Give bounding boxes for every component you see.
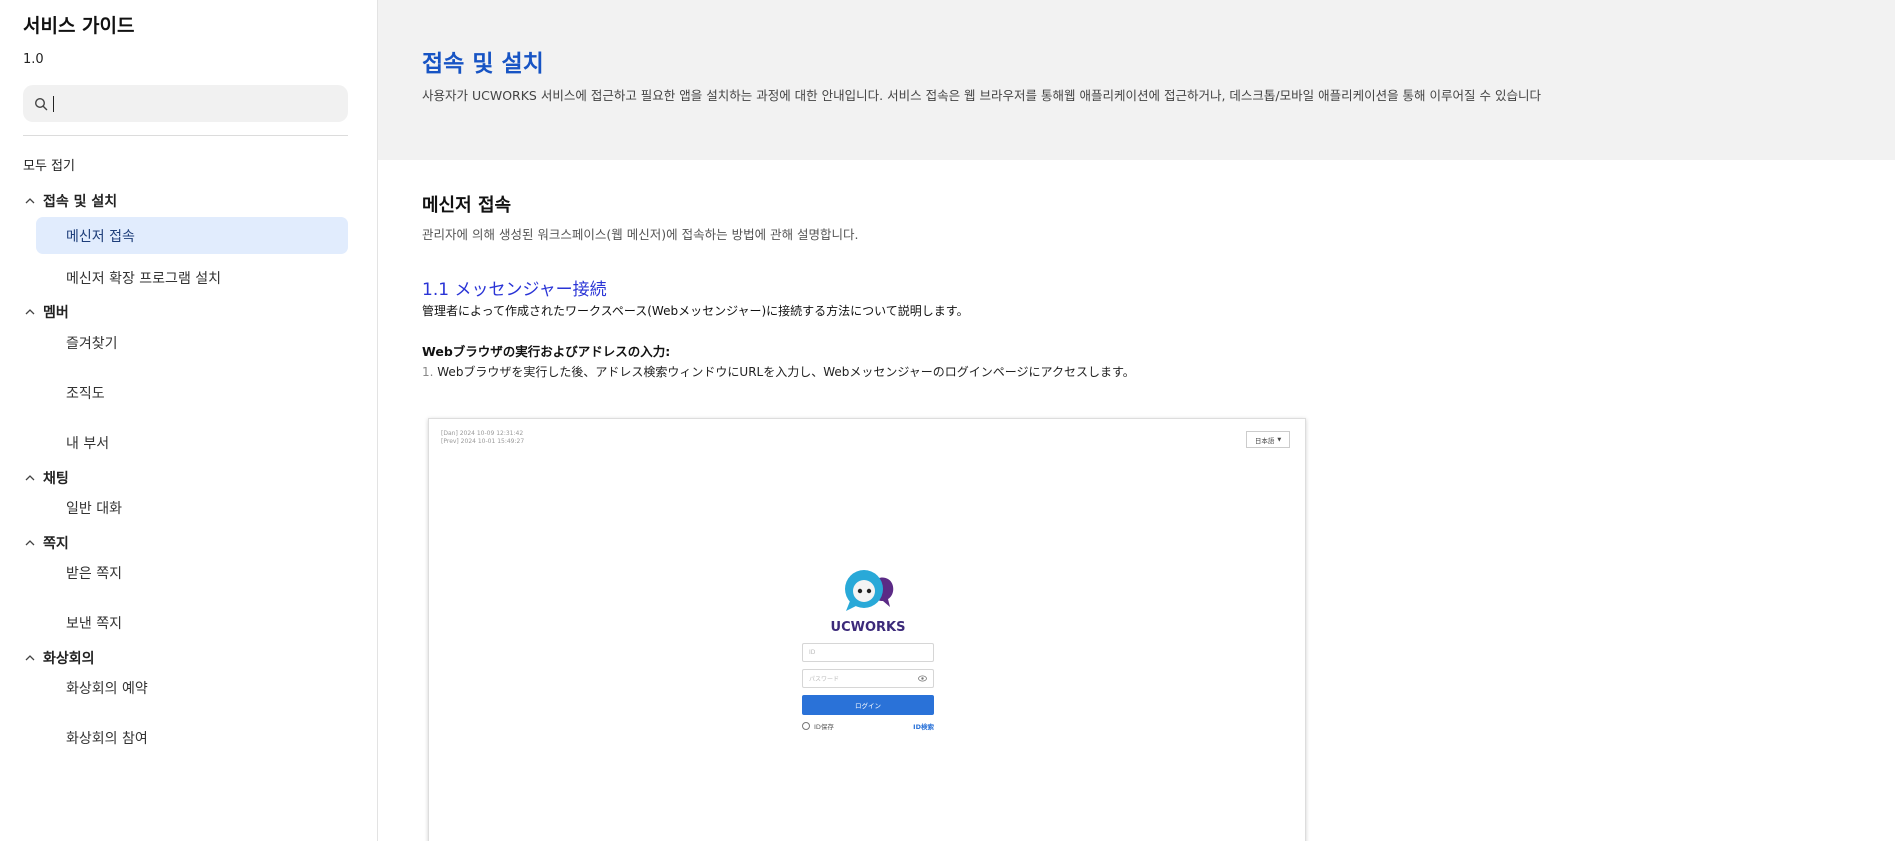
page-description: 사용자가 UCWORKS 서비스에 접근하고 필요한 앱을 설치하는 과정에 대…	[422, 88, 1541, 103]
sidebar-item-label: 보낸 쪽지	[66, 615, 122, 632]
chevron-up-icon	[25, 475, 35, 481]
chevron-up-icon	[25, 540, 35, 546]
nav-group-notes[interactable]: 쪽지	[23, 532, 354, 554]
main-content: 접속 및 설치 사용자가 UCWORKS 서비스에 접근하고 필요한 앱을 설치…	[378, 0, 1895, 841]
logo-text: UCWORKS	[830, 620, 906, 635]
remember-id-option[interactable]: ID保存	[802, 721, 834, 731]
sidebar-item-conference-join[interactable]: 화상회의 참여	[36, 719, 348, 756]
sidebar-item-extension-install[interactable]: 메신저 확장 프로그램 설치	[36, 259, 348, 296]
sidebar-item-label: 내 부서	[66, 435, 110, 452]
section-title: 메신저 접속	[422, 195, 512, 216]
sidebar-divider	[23, 135, 348, 136]
sidebar-item-label: 일반 대화	[66, 500, 122, 517]
page-title: 접속 및 설치	[422, 51, 544, 77]
page-header: 접속 및 설치 사용자가 UCWORKS 서비스에 접근하고 필요한 앱을 설치…	[378, 0, 1895, 160]
nav-group-label: 화상회의	[43, 651, 95, 667]
login-screenshot-figure: [Dan] 2024 10-09 12:31:42 [Prev] 2024 10…	[428, 418, 1306, 841]
login-card: UCWORKS ID パスワード ログイン ID保存 ID検索	[802, 567, 934, 731]
nav-group-label: 멤버	[43, 305, 69, 321]
nav-group-label: 채팅	[43, 471, 69, 487]
subsection-description: 管理者によって作成されたワークスペース(Webメッセンジャー)に接続する方法につ…	[422, 304, 969, 318]
nav-group-video-conference[interactable]: 화상회의	[23, 647, 354, 669]
language-value: 日本語	[1254, 436, 1275, 445]
caret-down-icon: ▼	[1277, 436, 1282, 443]
sidebar-item-org-chart[interactable]: 조직도	[36, 374, 348, 411]
remember-id-label: ID保存	[814, 723, 834, 731]
login-footer: ID保存 ID検索	[802, 721, 934, 731]
sidebar: 서비스 가이드 1.0 모두 접기 접속 및 설치 메신저 접속 메신저 확장 …	[0, 0, 378, 841]
search-icon	[34, 97, 48, 110]
step-description: 1. Webブラウザを実行した後、アドレス検索ウィンドウにURLを入力し、Web…	[422, 364, 1895, 380]
sidebar-item-label: 화상회의 예약	[66, 680, 148, 697]
sidebar-nav: 접속 및 설치 메신저 접속 메신저 확장 프로그램 설치 멤버 즐겨찾기 조직…	[23, 190, 354, 756]
nav-group-access-install[interactable]: 접속 및 설치	[23, 190, 354, 212]
search-input[interactable]	[60, 95, 340, 112]
search-box[interactable]	[23, 85, 348, 122]
sidebar-item-sent-notes[interactable]: 보낸 쪽지	[36, 604, 348, 641]
eye-icon[interactable]	[918, 675, 927, 682]
ucworks-logo-icon	[838, 567, 898, 619]
password-field[interactable]: パスワード	[802, 669, 934, 688]
step-title: Webブラウザの実行およびアドレスの入力:	[422, 344, 671, 359]
nav-group-label: 접속 및 설치	[43, 194, 118, 210]
sidebar-item-general-chat[interactable]: 일반 대화	[36, 489, 348, 526]
guide-version: 1.0	[23, 52, 44, 67]
app-root: 서비스 가이드 1.0 모두 접기 접속 및 설치 메신저 접속 메신저 확장 …	[0, 0, 1895, 841]
section-description: 관리자에 의해 생성된 워크스페이스(웹 메신저)에 접속하는 방법에 관해 설…	[422, 227, 859, 242]
step-number: 1.	[422, 365, 434, 379]
sidebar-item-label: 조직도	[66, 385, 105, 402]
sidebar-item-label: 메신저 확장 프로그램 설치	[66, 270, 222, 287]
id-placeholder: ID	[809, 649, 816, 656]
nav-group-members[interactable]: 멤버	[23, 301, 354, 323]
radio-icon[interactable]	[802, 722, 810, 730]
nav-group-chat[interactable]: 채팅	[23, 467, 354, 489]
chevron-up-icon	[25, 655, 35, 661]
step-text: Webブラウザを実行した後、アドレス検索ウィンドウにURLを入力し、Webメッセ…	[433, 365, 1135, 379]
sidebar-item-favorites[interactable]: 즐겨찾기	[36, 324, 348, 361]
sidebar-item-label: 받은 쪽지	[66, 565, 122, 582]
sidebar-item-my-department[interactable]: 내 부서	[36, 424, 348, 461]
sidebar-item-label: 즐겨찾기	[66, 335, 118, 352]
collapse-all-button[interactable]: 모두 접기	[23, 159, 354, 175]
guide-title: 서비스 가이드	[23, 15, 135, 37]
figure-meta-line: [Dan] 2024 10-09 12:31:42	[441, 430, 524, 437]
password-placeholder: パスワード	[809, 676, 840, 683]
language-select[interactable]: 日本語 ▼	[1246, 431, 1290, 448]
sidebar-item-label: 메신저 접속	[66, 228, 135, 245]
text-cursor	[53, 95, 54, 112]
login-button[interactable]: ログイン	[802, 695, 934, 715]
figure-meta-line: [Prev] 2024 10-01 15:49:27	[441, 438, 525, 445]
nav-group-label: 쪽지	[43, 536, 69, 552]
sidebar-item-label: 화상회의 참여	[66, 730, 148, 747]
id-field[interactable]: ID	[802, 643, 934, 662]
chevron-up-icon	[25, 198, 35, 204]
figure-meta: [Dan] 2024 10-09 12:31:42 [Prev] 2024 10…	[441, 430, 524, 446]
subsection-title: 1.1 メッセンジャー接続	[422, 280, 607, 300]
article: 메신저 접속 관리자에 의해 생성된 워크스페이스(웹 메신저)에 접속하는 방…	[378, 160, 1895, 380]
sidebar-item-received-notes[interactable]: 받은 쪽지	[36, 554, 348, 591]
find-id-link[interactable]: ID検索	[913, 721, 934, 731]
sidebar-item-messenger-access[interactable]: 메신저 접속	[36, 217, 348, 254]
sidebar-item-conference-reservation[interactable]: 화상회의 예약	[36, 669, 348, 706]
chevron-up-icon	[25, 309, 35, 315]
